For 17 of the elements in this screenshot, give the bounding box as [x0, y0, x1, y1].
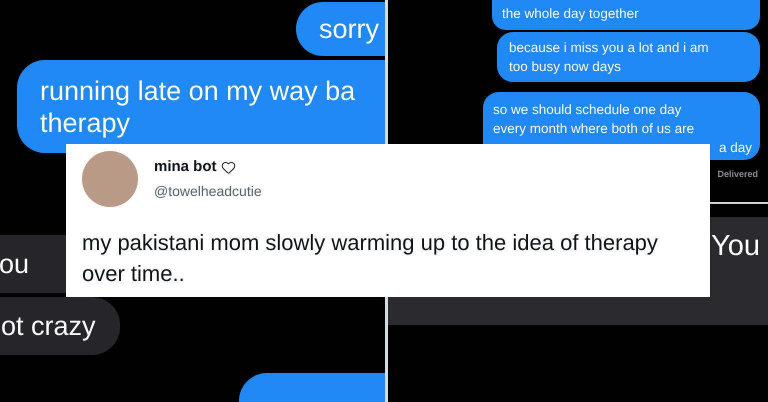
message-text: because i miss you a lot and i am	[509, 39, 710, 57]
heart-icon	[220, 160, 236, 175]
message-text: ou	[0, 248, 30, 280]
message-text: running late on my way ba	[39, 74, 356, 107]
message-text: a day	[718, 139, 753, 157]
user-name: mina bot	[154, 157, 216, 178]
user-handle: @towelheadcutie	[154, 182, 262, 201]
message-text: too busy now days	[509, 58, 622, 76]
delivered-status: Delivered	[717, 168, 758, 181]
message-text: ot crazy	[0, 310, 96, 342]
message-text: therapy	[39, 106, 130, 139]
message-text: so we should schedule one day	[493, 101, 682, 119]
message-text: the whole day together	[502, 5, 640, 23]
message-text: You	[711, 229, 760, 264]
tweet-text: my pakistani mom slowly warming up to the idea of therapy over time..	[82, 229, 659, 288]
message-text: sorry	[318, 13, 379, 46]
message-text: every month where both of us are	[493, 120, 696, 138]
